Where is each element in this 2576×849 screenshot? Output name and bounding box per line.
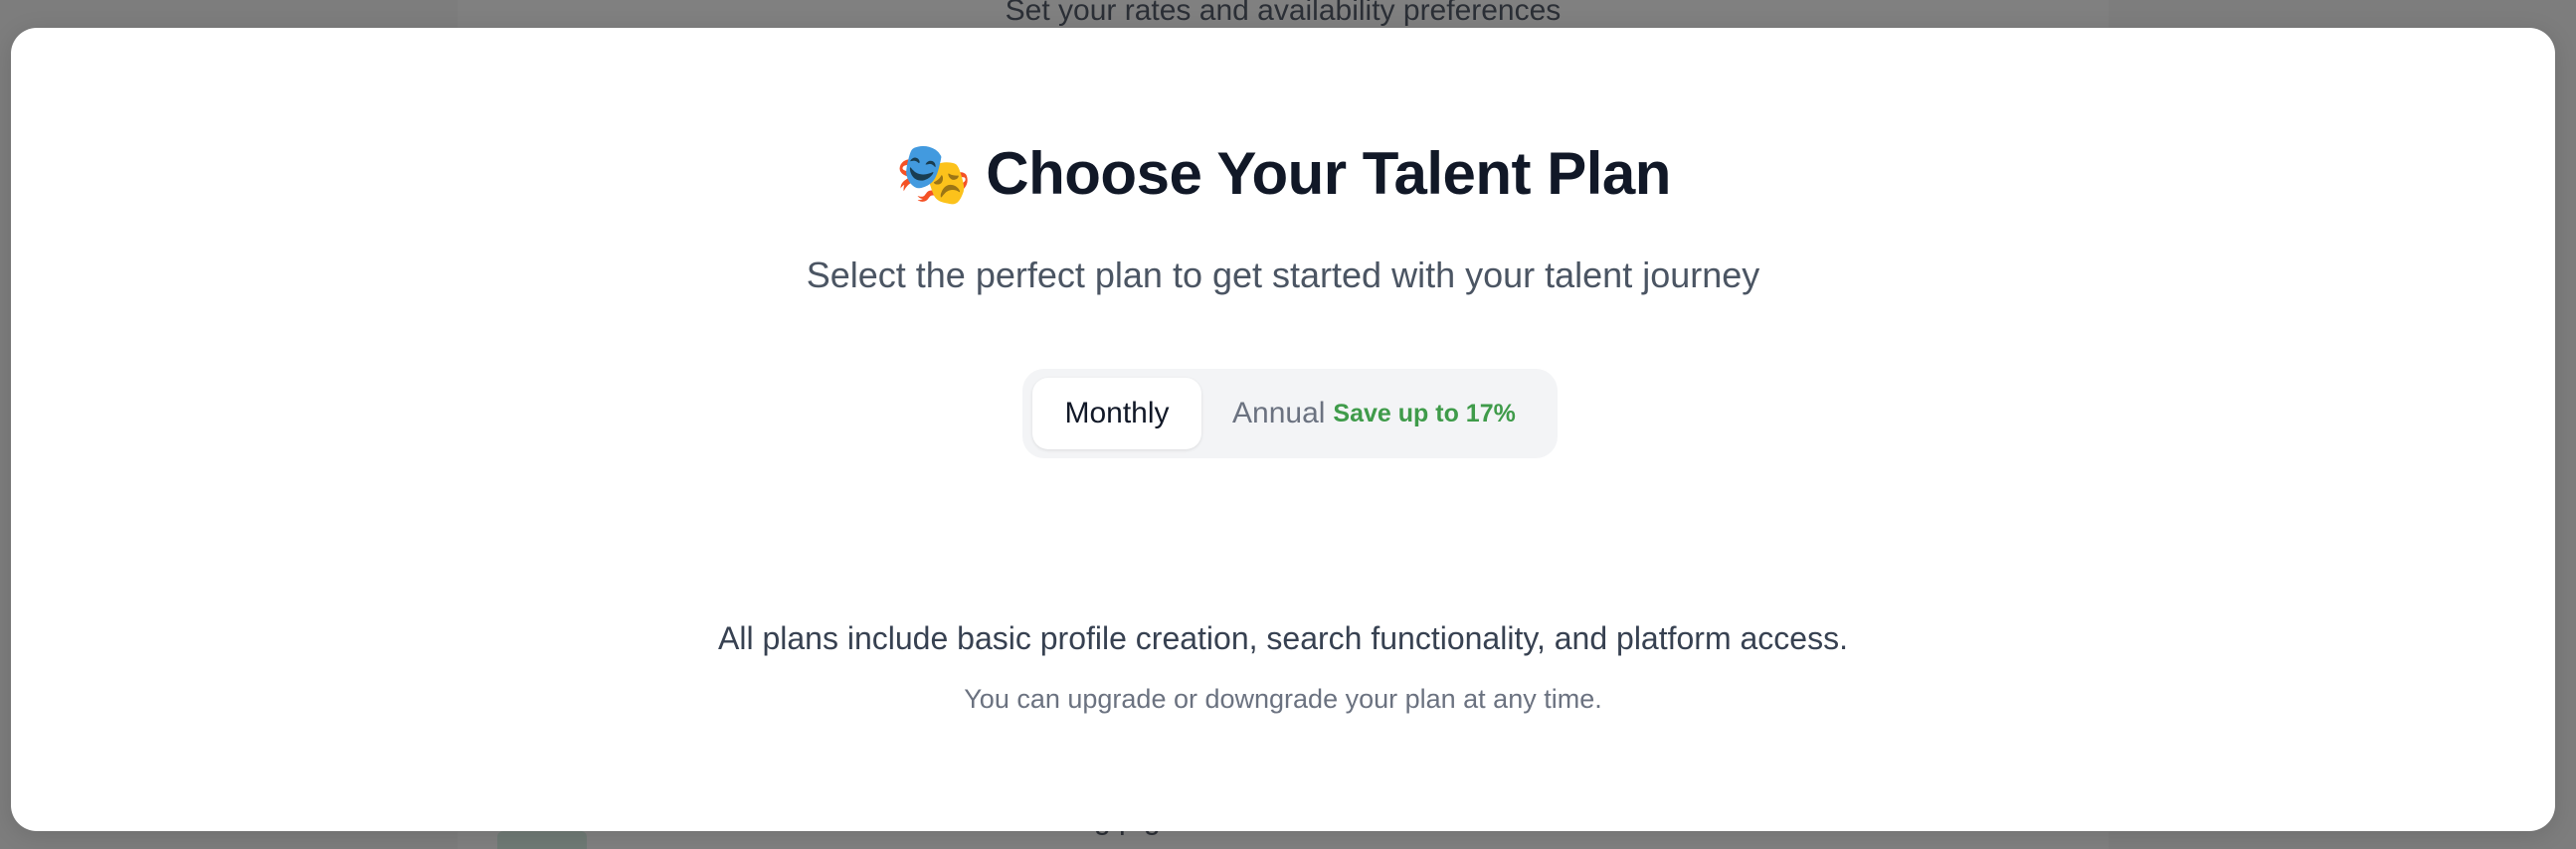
background-heading: Set your rates and availability preferen…	[1005, 0, 1562, 27]
title-row: 🎭 Choose Your Talent Plan	[11, 139, 2555, 208]
background-thumbnail	[497, 831, 587, 849]
plan-selection-modal: 🎭 Choose Your Talent Plan Select the per…	[11, 28, 2555, 831]
monthly-option-button[interactable]: Monthly	[1032, 378, 1201, 449]
billing-period-toggle: Monthly Annual Save up to 17%	[1022, 369, 1558, 458]
modal-subtitle: Select the perfect plan to get started w…	[806, 255, 1760, 295]
plans-included-note: All plans include basic profile creation…	[718, 620, 1848, 656]
theater-masks-icon: 🎭	[895, 136, 973, 210]
annual-label: Annual	[1232, 397, 1326, 429]
upgrade-downgrade-note: You can upgrade or downgrade your plan a…	[964, 684, 1602, 714]
annual-option-button[interactable]: Annual Save up to 17%	[1232, 378, 1516, 449]
annual-savings-badge: Save up to 17%	[1333, 399, 1516, 427]
modal-title: Choose Your Talent Plan	[986, 140, 1671, 207]
